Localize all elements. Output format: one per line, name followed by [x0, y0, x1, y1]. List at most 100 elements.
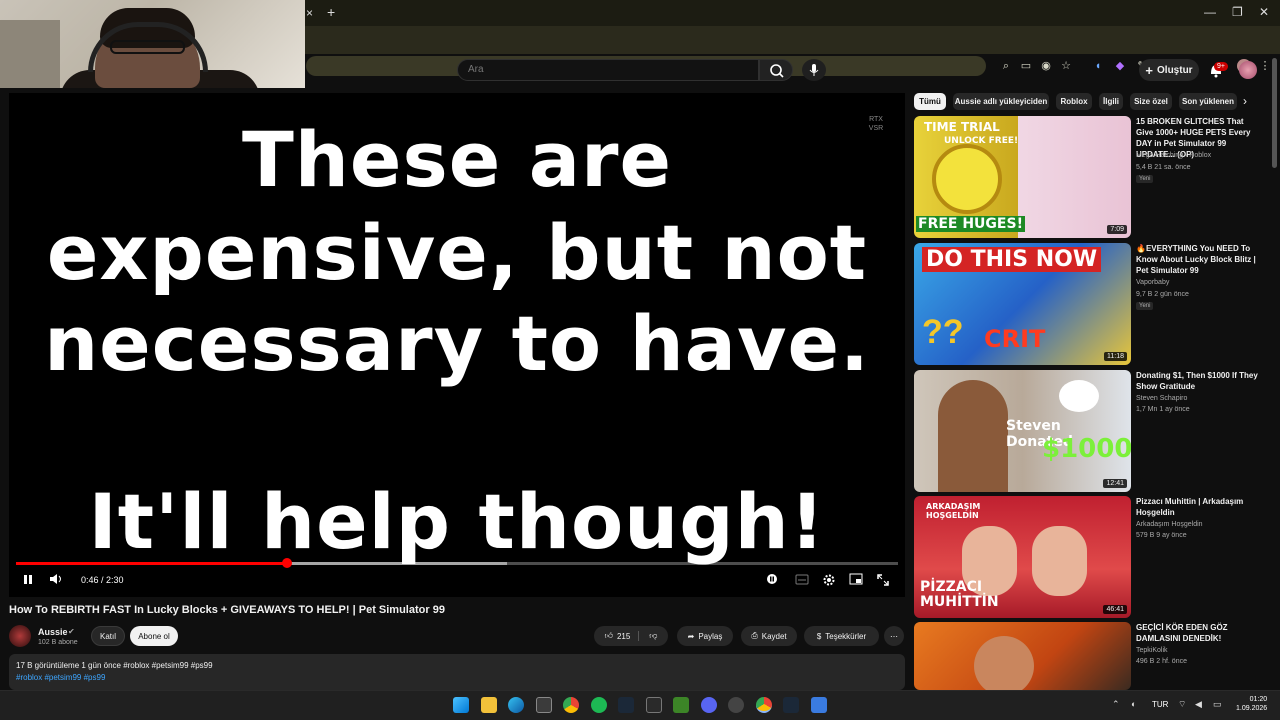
chip-recent[interactable]: Son yüklenen: [1179, 93, 1237, 110]
edge-icon[interactable]: [508, 697, 524, 713]
channel-name[interactable]: Aussie: [38, 627, 68, 637]
tray-app-icon[interactable]: ◐: [1131, 699, 1136, 709]
microphone-icon: [809, 64, 819, 76]
description-box[interactable]: 17 B görüntüleme 1 gün önce #roblox #pet…: [9, 654, 905, 690]
zoom-icon[interactable]: ⌕: [999, 59, 1013, 73]
progress-bar[interactable]: [16, 558, 898, 568]
recommendation-item[interactable]: TIME TRIAL UNLOCK FREE! FREE HUGES! 7:09…: [914, 116, 1264, 238]
extension-icon[interactable]: ◖: [1091, 59, 1105, 73]
thumbnail-text: UNLOCK FREE!: [944, 136, 1019, 146]
windows-start-icon[interactable]: [453, 697, 469, 713]
bookmark-star-icon[interactable]: ☆: [1059, 59, 1073, 73]
speaker-icon[interactable]: ◀: [1195, 699, 1202, 710]
join-label: Katıl: [99, 631, 116, 641]
chrome-active-icon[interactable]: [756, 697, 772, 713]
recommendation-item[interactable]: ARKADAŞIM HOŞGELDİN PİZZACI MUHİTTİN 46:…: [914, 496, 1264, 618]
pause-button[interactable]: [22, 573, 34, 588]
maximize-icon[interactable]: ❐: [1232, 5, 1243, 19]
recommendation-item[interactable]: DO THIS NOW CRIT ?? 11:18 🔥EVERYTHING Yo…: [914, 243, 1264, 365]
video-thumbnail[interactable]: ARKADAŞIM HOŞGELDİN PİZZACI MUHİTTİN 46:…: [914, 496, 1131, 618]
share-label: Paylaş: [698, 631, 723, 641]
recommendation-item[interactable]: Steven Donated $1000 12:41 Donating $1, …: [914, 370, 1264, 492]
video-thumbnail[interactable]: [914, 622, 1131, 690]
obs-icon[interactable]: [728, 697, 744, 713]
settings-button[interactable]: [822, 573, 836, 590]
more-actions-button[interactable]: ⋯: [884, 626, 904, 646]
video-player[interactable]: These are expensive, but not necessary t…: [9, 93, 905, 597]
webcam-overlay: [0, 0, 305, 88]
kebab-menu-icon[interactable]: ⋮: [1258, 59, 1272, 73]
spotify-icon[interactable]: [591, 697, 607, 713]
miniplayer-button[interactable]: [849, 573, 863, 588]
rtx-vsr-label: RTX VSR: [868, 116, 884, 132]
volume-button[interactable]: [49, 573, 63, 588]
thanks-label: Teşekkürler: [825, 631, 867, 641]
account-avatar[interactable]: [1239, 61, 1257, 79]
extension-icon[interactable]: ◆: [1113, 59, 1127, 73]
chip-for-you[interactable]: Size özel: [1130, 93, 1172, 110]
join-button[interactable]: Katıl: [91, 626, 125, 646]
recommendation-title: Donating $1, Then $1000 If They Show Gra…: [1136, 371, 1258, 391]
chip-roblox[interactable]: Roblox: [1056, 93, 1092, 110]
like-button[interactable]: 👍︎ 215: [605, 631, 640, 641]
close-window-icon[interactable]: ✕: [1259, 5, 1269, 19]
search-button[interactable]: [759, 59, 793, 81]
steam-icon[interactable]: [618, 697, 634, 713]
chevron-right-icon[interactable]: ›: [1243, 94, 1247, 108]
recommendation-meta: 1,7 Mn 1 ay önce: [1136, 406, 1190, 413]
minimize-icon[interactable]: —: [1204, 5, 1216, 19]
clock[interactable]: 01:20 1.09.2026: [1236, 695, 1267, 713]
channel-avatar[interactable]: [9, 625, 31, 647]
steam-icon[interactable]: [783, 697, 799, 713]
subscribe-button[interactable]: Abone ol: [130, 626, 178, 646]
tray-chevron-icon[interactable]: ⌃: [1112, 699, 1120, 710]
clock-graphic: [932, 144, 1002, 214]
wifi-icon[interactable]: ⌔: [1178, 699, 1186, 710]
share-button[interactable]: ➦ Paylaş: [677, 626, 733, 646]
thumbnail-text: DO THIS NOW: [922, 247, 1102, 272]
epic-games-icon[interactable]: [646, 697, 662, 713]
video-thumbnail[interactable]: Steven Donated $1000 12:41: [914, 370, 1131, 492]
eye-off-icon[interactable]: ◉: [1039, 59, 1053, 73]
new-tab-button[interactable]: +: [327, 4, 335, 20]
ellipsis-icon: ⋯: [890, 631, 898, 641]
scrubber-handle[interactable]: [281, 558, 292, 568]
clock-time: 01:20: [1249, 696, 1268, 703]
subtitles-button[interactable]: [795, 573, 809, 588]
search-input[interactable]: [468, 64, 748, 75]
recommendation-channel: Mega Hatching · Roblox: [1136, 152, 1212, 159]
person-graphic: [938, 380, 1008, 492]
dislike-button[interactable]: 👎︎: [643, 631, 657, 641]
autoplay-toggle[interactable]: [766, 573, 778, 588]
save-button[interactable]: ⎙ Kaydet: [741, 626, 797, 646]
fullscreen-button[interactable]: [876, 573, 890, 590]
recommendation-item[interactable]: GEÇİCİ KÖR EDEN GÖZ DAMLASINI DENEDİK! T…: [914, 622, 1264, 690]
thumbnail-text: FREE HUGES!: [916, 216, 1025, 232]
chip-related[interactable]: İlgili: [1099, 93, 1123, 110]
app-icon[interactable]: [811, 697, 827, 713]
video-thumbnail[interactable]: DO THIS NOW CRIT ?? 11:18: [914, 243, 1131, 365]
battery-icon[interactable]: ▭: [1213, 699, 1222, 710]
store-icon[interactable]: [536, 697, 552, 713]
page-scrollbar[interactable]: [1272, 58, 1277, 168]
chrome-icon[interactable]: [563, 697, 579, 713]
description-tags[interactable]: #roblox #petsim99 #ps99: [16, 673, 105, 682]
duration-badge: 46:41: [1103, 605, 1127, 614]
close-tab-icon[interactable]: ×: [306, 6, 313, 20]
minecraft-icon[interactable]: [673, 697, 689, 713]
miniplayer-icon: [849, 573, 863, 585]
file-explorer-icon[interactable]: [481, 697, 497, 713]
video-thumbnail[interactable]: TIME TRIAL UNLOCK FREE! FREE HUGES! 7:09: [914, 116, 1131, 238]
search-icon: [770, 64, 784, 78]
duration-badge: 11:18: [1104, 352, 1127, 361]
cast-icon[interactable]: ▭: [1019, 59, 1033, 73]
recommendation-meta: 9,7 B 2 gün önce: [1136, 291, 1189, 298]
create-button[interactable]: + Oluştur: [1139, 59, 1199, 81]
voice-search-button[interactable]: [802, 59, 826, 81]
chip-all[interactable]: Tümü: [914, 93, 946, 110]
thanks-icon: $: [816, 631, 822, 641]
thanks-button[interactable]: $ Teşekkürler: [804, 626, 879, 646]
discord-icon[interactable]: [701, 697, 717, 713]
language-indicator[interactable]: TUR: [1152, 700, 1168, 709]
chip-from-uploader[interactable]: Aussie adlı yükleyiciden: [953, 93, 1049, 110]
